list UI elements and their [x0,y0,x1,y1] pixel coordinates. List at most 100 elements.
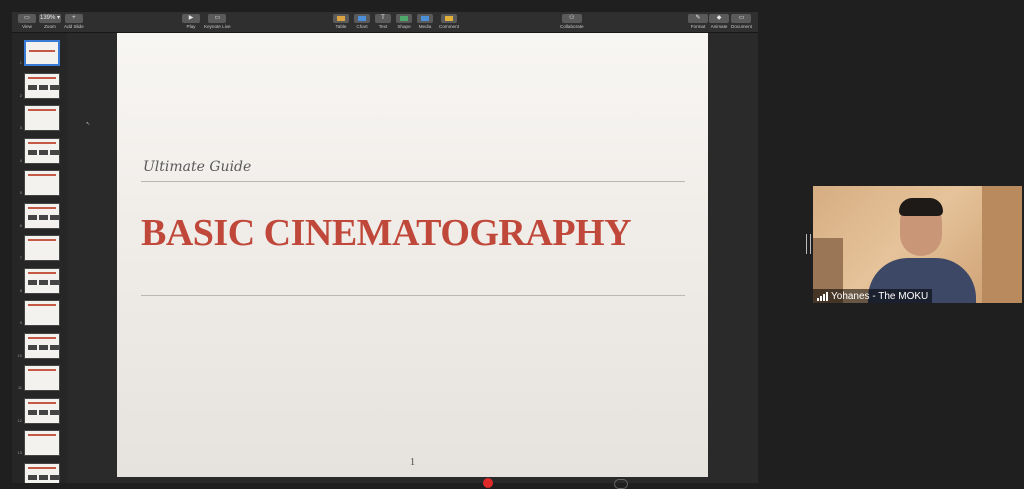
divider-bottom [141,295,685,296]
thumbnail-title-line [28,206,56,209]
media-swatch [421,16,429,21]
toolbar-comment[interactable]: Comment [439,14,459,30]
slide-thumbnail[interactable] [24,170,60,196]
slide-thumbnail[interactable] [24,365,60,391]
slide-thumbnail[interactable] [24,72,60,99]
thumbnail-title-line [28,466,56,469]
slide-thumbnail[interactable] [24,397,60,424]
play-label: Play [186,24,196,29]
participant-name: Yohanes - The MOKU [831,290,929,302]
mouse-cursor-icon: ↖ [86,121,91,127]
slide-thumbnail[interactable] [24,105,60,131]
toolbar-chart[interactable]: Chart [354,14,370,30]
collaborate-icon: ⚇ [561,14,582,23]
slide-thumbnail[interactable] [24,235,60,261]
toolbar-table[interactable]: Table [333,14,349,30]
panel-resize-handle[interactable] [806,234,811,254]
slide-thumbnail[interactable] [24,300,60,326]
video-background-wall [982,186,1022,303]
table-label: Table [335,24,347,29]
thumbnail-number: 8 [19,287,22,293]
thumbnail-title-line [28,141,56,144]
participant-namebar: Yohanes - The MOKU [813,289,933,303]
add-slide-icon: + [64,14,83,23]
toolbar-keynote-live[interactable]: ▭ Keynote Live [204,14,231,30]
thumbnail-title-line [28,434,56,436]
thumbnail-title-line [28,174,56,176]
toolbar-collaborate[interactable]: ⚇ Collaborate [560,14,584,30]
thumbnail-image-block [50,149,59,155]
thumbnail-title-line [28,239,56,241]
play-icon: ▶ [182,14,200,23]
keynote-live-label: Keynote Live [204,24,231,29]
thumbnail-image-block [28,474,37,480]
thumbnail-title-line [28,76,56,79]
thumbnail-image-block [50,84,59,90]
slide-title[interactable]: BASIC CINEMATOGRAPHY [141,211,632,255]
thumbnail-number: 9 [19,320,22,325]
view-icon: ▭ [18,14,36,23]
toolbar: ▭ View 139% ▾ Zoom + Add Slide ▶ Play ▭ … [12,12,758,33]
toolbar-animate[interactable]: ◆ Animate [709,14,729,30]
table-swatch [337,16,345,21]
zoom-label: Zoom [44,24,56,29]
participant-hair [899,198,943,216]
toolbar-add-slide[interactable]: + Add Slide [64,14,84,30]
text-icon: T [375,14,391,23]
thumbnail-title-line [28,304,56,306]
slide-thumbnail[interactable] [24,462,60,483]
media-label: Media [418,24,432,29]
participant-video[interactable]: Yohanes - The MOKU [813,186,1022,303]
comment-swatch [444,16,453,21]
toolbar-shape[interactable]: Shape [396,14,412,30]
thumbnail-image-block [39,214,48,220]
thumbnail-image-block [39,279,48,285]
thumbnail-title-line [28,271,56,274]
document-label: Document [731,24,752,29]
animate-icon: ◆ [709,14,729,23]
comment-label: Comment [439,24,459,29]
collaborate-label: Collaborate [560,24,584,29]
view-label: View [22,24,32,29]
add-slide-label: Add Slide [64,24,84,29]
slide-thumbnail[interactable] [24,137,60,164]
slide-subtitle[interactable]: Ultimate Guide [143,159,251,175]
thumbnail-number: 10 [17,352,22,358]
toolbar-format[interactable]: ✎ Format [688,14,708,30]
slide-thumbnail[interactable] [24,430,60,456]
chart-swatch [358,16,366,21]
thumbnail-number: 4 [19,157,22,163]
thumbnail-number: 3 [19,125,22,130]
signal-strength-icon [817,291,828,301]
slide-thumbnail[interactable] [24,202,60,229]
slide-thumbnail[interactable] [24,40,60,66]
thumbnail-image-block [28,344,37,350]
media-icon [417,14,433,23]
format-label: Format [690,24,706,29]
thumbnail-number: 13 [17,450,22,455]
thumbnail-title-line [28,336,56,339]
toolbar-view[interactable]: ▭ View [18,14,36,30]
thumbnail-title-line [28,369,56,371]
slide-thumbnail[interactable] [24,267,60,294]
chart-label: Chart [356,24,368,29]
thumbnail-number: 6 [19,222,22,228]
shape-icon [396,14,412,23]
thumbnail-title-line [28,109,56,111]
toolbar-media[interactable]: Media [417,14,433,30]
slide-canvas[interactable]: Ultimate Guide BASIC CINEMATOGRAPHY 1 [117,33,708,477]
thumbnail-image-block [28,149,37,155]
toolbar-play[interactable]: ▶ Play [182,14,200,30]
toolbar-zoom[interactable]: 139% ▾ Zoom [39,14,61,30]
chart-icon [354,14,370,23]
slide-thumbnail[interactable] [24,332,60,359]
keynote-live-icon: ▭ [208,14,227,23]
toolbar-text[interactable]: T Text [375,14,391,30]
thumbnail-image-block [28,214,37,220]
thumbnail-image-block [28,409,37,415]
recording-indicator-icon [483,478,493,488]
thumbnail-image-block [39,344,48,350]
toolbar-document[interactable]: ▭ Document [731,14,752,30]
thumbnail-number: 12 [17,417,22,423]
thumbnail-image-block [50,344,59,350]
